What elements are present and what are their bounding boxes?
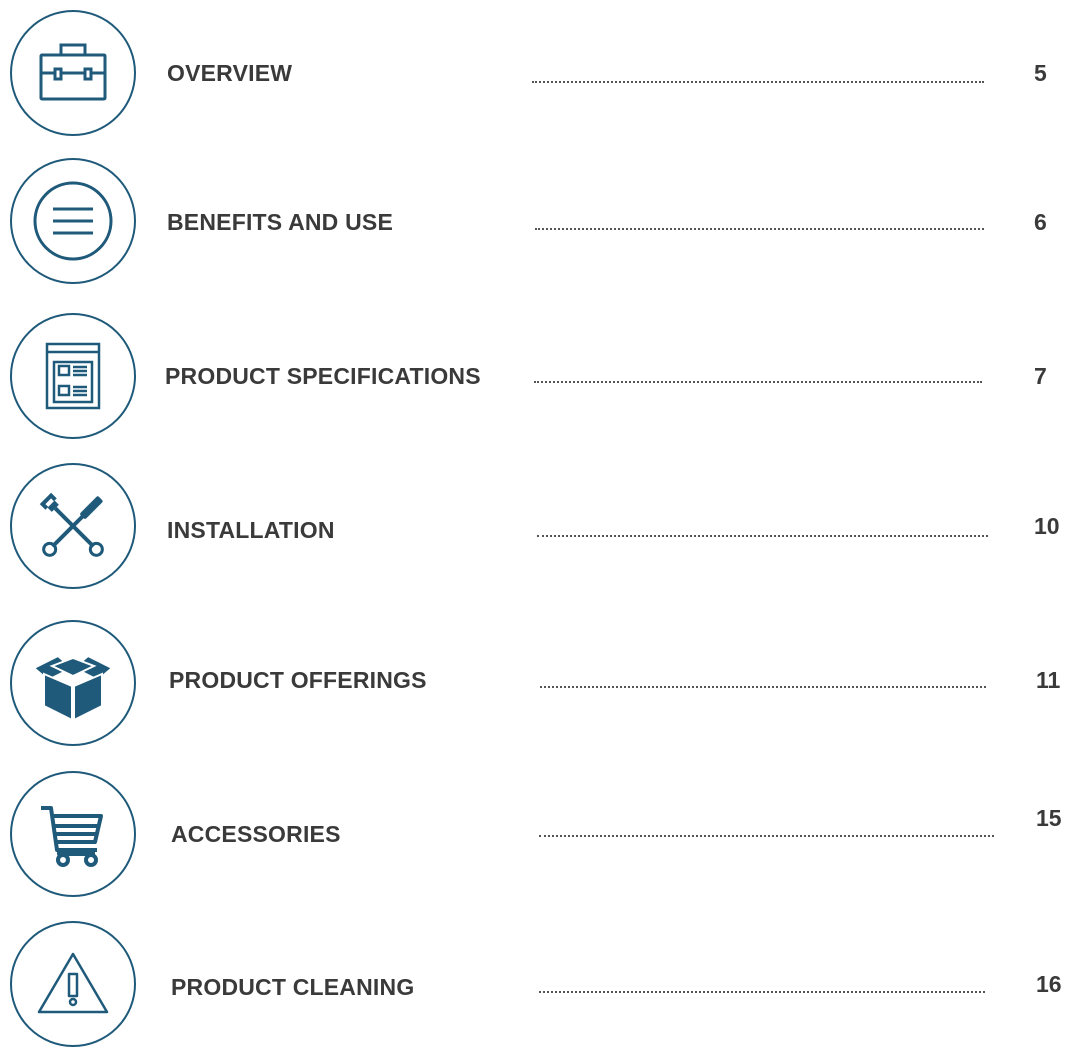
toc-page-number: 11 — [1036, 667, 1061, 693]
toc-entry-title: PRODUCT SPECIFICATIONS — [165, 363, 481, 389]
toc-leader-dots — [540, 686, 986, 688]
box-icon — [10, 620, 136, 746]
toc-entry-product-specifications[interactable]: PRODUCT SPECIFICATIONS 7 — [0, 313, 1070, 443]
toc-entry-title: BENEFITS AND USE — [167, 209, 393, 235]
toc-entry-title: OVERVIEW — [167, 60, 293, 86]
toc-page-number: 16 — [1036, 971, 1062, 997]
toc-leader-dots — [539, 835, 994, 837]
toc-entry-overview[interactable]: OVERVIEW 5 — [0, 10, 1070, 140]
toc-leader-dots — [537, 535, 988, 537]
toc-leader-dots — [535, 228, 984, 230]
toc-page-number: 5 — [1034, 60, 1047, 86]
toc-entry-title: PRODUCT CLEANING — [171, 974, 415, 1000]
toc-page-number: 15 — [1036, 805, 1062, 831]
toc-page-number: 10 — [1034, 513, 1060, 539]
wrench-screwdriver-icon — [10, 463, 136, 589]
toc-entry-accessories[interactable]: ACCESSORIES 15 — [0, 771, 1070, 901]
spec-sheet-icon — [10, 313, 136, 439]
menu-lines-icon — [10, 158, 136, 284]
toc-entry-title: INSTALLATION — [167, 517, 335, 543]
shopping-cart-icon — [10, 771, 136, 897]
toc-leader-dots — [534, 381, 982, 383]
toc-leader-dots — [532, 81, 984, 83]
briefcase-icon — [10, 10, 136, 136]
warning-icon — [10, 921, 136, 1047]
toc-entry-benefits-and-use[interactable]: BENEFITS AND USE 6 — [0, 158, 1070, 288]
toc-page-number: 7 — [1034, 363, 1047, 389]
toc-leader-dots — [539, 991, 985, 993]
toc-entry-title: PRODUCT OFFERINGS — [169, 667, 427, 693]
toc-entry-installation[interactable]: INSTALLATION 10 — [0, 463, 1070, 593]
table-of-contents: OVERVIEW 5 BENEFITS AND USE 6 PRODUCT SP… — [0, 0, 1070, 1057]
toc-entry-product-offerings[interactable]: PRODUCT OFFERINGS 11 — [0, 620, 1070, 750]
toc-entry-title: ACCESSORIES — [171, 821, 341, 847]
toc-page-number: 6 — [1034, 209, 1047, 235]
toc-entry-product-cleaning[interactable]: PRODUCT CLEANING 16 — [0, 921, 1070, 1051]
